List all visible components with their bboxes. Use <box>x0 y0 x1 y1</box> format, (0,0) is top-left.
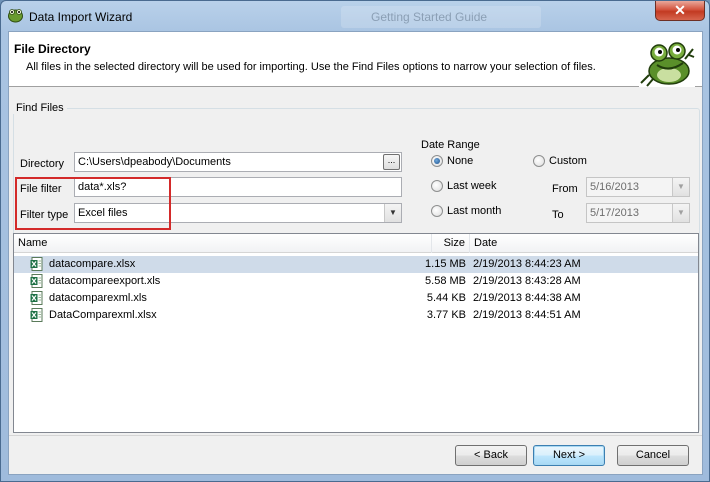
column-header-name[interactable]: Name <box>14 234 432 253</box>
page-description: All files in the selected directory will… <box>26 61 596 73</box>
file-size: 1.15 MB <box>425 258 466 270</box>
to-date-chevron-down-icon[interactable]: ▼ <box>672 204 689 222</box>
next-button[interactable]: Next > <box>533 445 605 466</box>
find-files-group-label: Find Files <box>13 102 67 114</box>
date-none-radio[interactable] <box>431 155 443 167</box>
title-bar[interactable]: Data Import Wizard Getting Started Guide… <box>1 1 709 31</box>
directory-field[interactable]: C:\Users\dpeabody\Documents <box>74 152 402 172</box>
to-date-value: 5/17/2013 <box>590 207 639 219</box>
excel-file-icon <box>30 257 43 271</box>
file-name: datacomparexml.xls <box>49 292 147 304</box>
from-date-value: 5/16/2013 <box>590 181 639 193</box>
excel-file-icon <box>30 308 43 322</box>
column-header-size[interactable]: Size <box>432 234 470 253</box>
column-header-date[interactable]: Date <box>470 234 698 253</box>
file-row[interactable]: datacompareexport.xls 5.58 MB 2/19/2013 8:… <box>14 273 698 290</box>
wizard-window: Data Import Wizard Getting Started Guide… <box>0 0 710 482</box>
file-row[interactable]: datacompare.xlsx 1.15 MB 2/19/2013 8:44:23… <box>14 256 698 273</box>
file-date: 2/19/2013 8:44:38 AM <box>473 292 581 304</box>
file-row[interactable]: DataComparexml.xlsx 3.77 KB 2/19/2013 8:44… <box>14 307 698 324</box>
file-date: 2/19/2013 8:44:51 AM <box>473 309 581 321</box>
date-custom-radio[interactable] <box>533 155 545 167</box>
file-size: 5.44 KB <box>426 292 466 304</box>
file-size: 3.77 KB <box>426 309 466 321</box>
annotation-highlight-box <box>15 177 171 230</box>
back-button[interactable]: < Back <box>455 445 527 466</box>
page-header: File Directory All files in the selected… <box>9 32 702 87</box>
file-list[interactable]: Name Size Date datacompare.xlsx 1.15 MB 2/… <box>13 233 699 433</box>
file-date: 2/19/2013 8:43:28 AM <box>473 275 581 287</box>
window-title: Data Import Wizard <box>29 10 133 24</box>
date-none-label[interactable]: None <box>447 155 473 167</box>
cancel-button[interactable]: Cancel <box>617 445 689 466</box>
date-custom-label[interactable]: Custom <box>549 155 587 167</box>
to-label: To <box>552 209 564 221</box>
file-name: DataComparexml.xlsx <box>49 309 157 321</box>
frog-mascot-icon <box>639 35 695 87</box>
date-last-month-radio[interactable] <box>431 205 443 217</box>
file-size: 5.58 MB <box>425 275 466 287</box>
excel-file-icon <box>30 274 43 288</box>
frog-app-icon <box>8 9 23 23</box>
directory-label: Directory <box>20 158 65 170</box>
file-list-header: Name Size Date <box>14 234 698 253</box>
background-window-title: Getting Started Guide <box>341 6 541 28</box>
file-name: datacompareexport.xls <box>49 275 161 287</box>
excel-file-icon <box>30 291 43 305</box>
date-range-label: Date Range <box>421 139 480 151</box>
footer-divider <box>9 435 702 436</box>
file-name: datacompare.xlsx <box>49 258 136 270</box>
file-date: 2/19/2013 8:44:23 AM <box>473 258 581 270</box>
from-label: From <box>552 183 578 195</box>
filter-type-chevron-down-icon[interactable]: ▼ <box>384 204 401 222</box>
date-last-week-radio[interactable] <box>431 180 443 192</box>
page-title: File Directory <box>14 42 91 56</box>
browse-directory-button[interactable]: ... <box>383 154 400 170</box>
wizard-client-area: File Directory All files in the selected… <box>8 31 703 475</box>
date-last-week-label[interactable]: Last week <box>447 180 497 192</box>
directory-value: C:\Users\dpeabody\Documents <box>78 156 231 168</box>
file-row[interactable]: datacomparexml.xls 5.44 KB 2/19/2013 8:44:… <box>14 290 698 307</box>
date-last-month-label[interactable]: Last month <box>447 205 501 217</box>
from-date-chevron-down-icon[interactable]: ▼ <box>672 178 689 196</box>
close-button[interactable]: ✕ <box>655 1 705 21</box>
